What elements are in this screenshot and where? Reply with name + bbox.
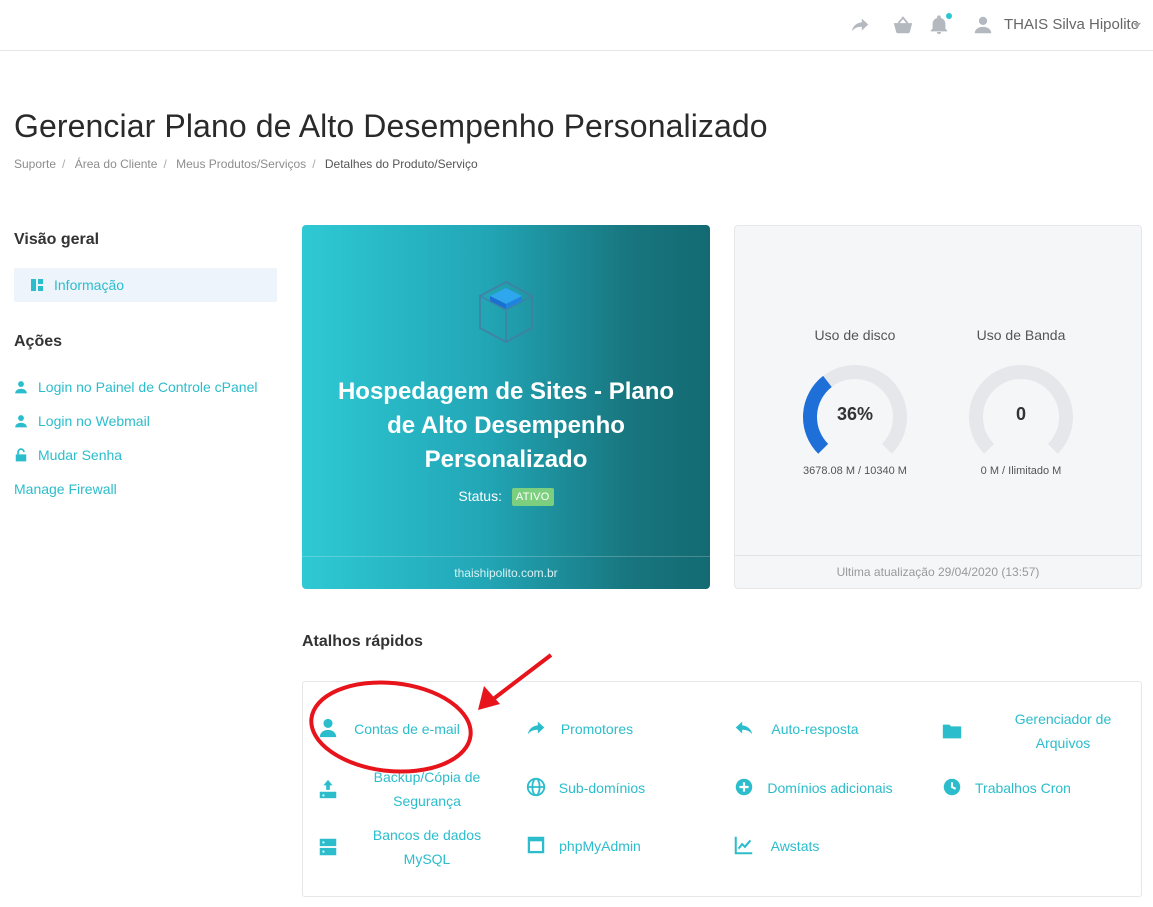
sidebar-item-informacao[interactable]: Informação	[14, 268, 277, 302]
shortcut-label: Trabalhos Cron	[975, 780, 1071, 796]
shortcut-label: Contas de e-mail	[354, 721, 460, 737]
usage-panel: Uso de disco 36% 3678.08 M / 10340 M Uso…	[734, 225, 1142, 589]
basket-icon[interactable]	[892, 14, 914, 36]
shortcut-addon-domains[interactable]: Domínios adicionais	[719, 762, 927, 812]
user-icon	[14, 414, 28, 428]
sidebar-link-webmail-login[interactable]: Login no Webmail	[14, 413, 150, 429]
shortcut-file-manager[interactable]: Gerenciador de Arquivos	[927, 704, 1141, 754]
notification-dot	[946, 13, 952, 19]
breadcrumb-item[interactable]: Suporte	[14, 157, 56, 171]
shortcut-label: Backup/Cópia de Segurança	[373, 769, 481, 809]
usage-divider	[735, 555, 1141, 556]
clock-icon	[941, 776, 963, 798]
shortcut-subdomains[interactable]: Sub-domínios	[511, 762, 719, 812]
sidebar-link-label: Login no Painel de Controle cPanel	[38, 379, 258, 395]
shortcut-label: Awstats	[770, 838, 820, 854]
disk-usage-detail: 3678.08 M / 10340 M	[803, 465, 907, 477]
disk-usage-value: 36%	[836, 404, 874, 424]
sidebar-item-label: Informação	[54, 277, 125, 293]
shortcut-label: Domínios adicionais	[767, 780, 893, 796]
shortcut-label: Bancos de dados MySQL	[372, 827, 482, 867]
user-icon	[317, 717, 339, 739]
database-icon	[317, 836, 339, 858]
bandwidth-usage-detail: 0 M / Ilimitado M	[980, 465, 1062, 477]
shortcut-awstats[interactable]: Awstats	[719, 820, 927, 870]
forward-icon	[525, 717, 547, 739]
globe-icon	[525, 776, 547, 798]
window-icon	[525, 834, 547, 856]
product-status: Status: ATIVO	[302, 488, 710, 506]
breadcrumb-current: Detalhes do Produto/Serviço	[324, 157, 478, 171]
sidebar-heading-overview: Visão geral	[14, 231, 100, 248]
shortcuts-title: Atalhos rápidos	[302, 633, 423, 650]
sidebar-link-label: Login no Webmail	[38, 413, 150, 429]
product-name: Hospedagem de Sites - Plano de Alto Dese…	[337, 378, 675, 473]
sidebar-link-change-password[interactable]: Mudar Senha	[14, 447, 122, 463]
shortcut-label: Promotores	[560, 721, 634, 737]
product-domain: thaishipolito.com.br	[454, 566, 558, 580]
card-divider	[302, 556, 710, 557]
status-label: Status:	[458, 488, 502, 504]
shortcut-backup[interactable]: Backup/Cópia de Segurança	[303, 762, 511, 812]
shortcut-label: phpMyAdmin	[559, 838, 641, 854]
plus-circle-icon	[733, 776, 755, 798]
sidebar-link-label: Mudar Senha	[38, 447, 123, 463]
reply-icon	[733, 717, 755, 739]
last-update-text: Ultima atualização 29/04/2020 (13:57)	[836, 565, 1040, 579]
user-icon[interactable]	[972, 14, 994, 36]
status-badge: ATIVO	[511, 488, 554, 506]
shortcut-forwarders[interactable]: Promotores	[511, 704, 719, 754]
page-title: Gerenciar Plano de Alto Desempenho Perso…	[14, 108, 768, 144]
caret-down-icon[interactable]	[1133, 23, 1141, 28]
shortcuts-panel: Contas de e-mail Promotores Auto-respost…	[302, 681, 1142, 897]
shortcut-label: Sub-domínios	[558, 780, 646, 796]
bandwidth-usage-value: 0	[1015, 404, 1026, 424]
dashboard-icon	[31, 279, 43, 291]
chart-line-icon	[733, 834, 755, 856]
folder-icon	[941, 720, 963, 742]
shortcut-mysql-databases[interactable]: Bancos de dados MySQL	[303, 820, 511, 870]
share-icon[interactable]	[849, 14, 871, 36]
shortcut-label: Auto-resposta	[771, 721, 859, 737]
lock-icon	[14, 448, 28, 462]
sidebar-link-manage-firewall[interactable]: Manage Firewall	[14, 481, 117, 497]
breadcrumb: Suporte / Área do Cliente / Meus Produtos/…	[14, 157, 478, 171]
user-icon	[14, 380, 28, 394]
top-navbar: THAIS Silva Hipolito	[0, 0, 1153, 51]
shortcut-email-accounts[interactable]: Contas de e-mail	[303, 704, 511, 754]
bandwidth-usage-label: Uso de Banda	[976, 327, 1066, 343]
user-menu-name[interactable]: THAIS Silva Hipolito	[1004, 16, 1139, 33]
shortcut-cron-jobs[interactable]: Trabalhos Cron	[927, 762, 1141, 812]
upload-icon	[317, 778, 339, 800]
sidebar-link-cpanel-login[interactable]: Login no Painel de Controle cPanel	[14, 379, 258, 395]
shortcut-label: Gerenciador de Arquivos	[1014, 711, 1112, 751]
disk-usage-label: Uso de disco	[814, 327, 896, 343]
product-card: Hospedagem de Sites - Plano de Alto Dese…	[302, 225, 710, 589]
shortcut-phpmyadmin[interactable]: phpMyAdmin	[511, 820, 719, 870]
shortcut-autoresponders[interactable]: Auto-resposta	[719, 704, 927, 754]
sidebar-heading-actions: Ações	[14, 333, 63, 350]
cube-icon	[479, 280, 533, 344]
breadcrumb-item[interactable]: Meus Produtos/Serviços	[176, 157, 306, 171]
breadcrumb-item[interactable]: Área do Cliente	[75, 157, 158, 171]
